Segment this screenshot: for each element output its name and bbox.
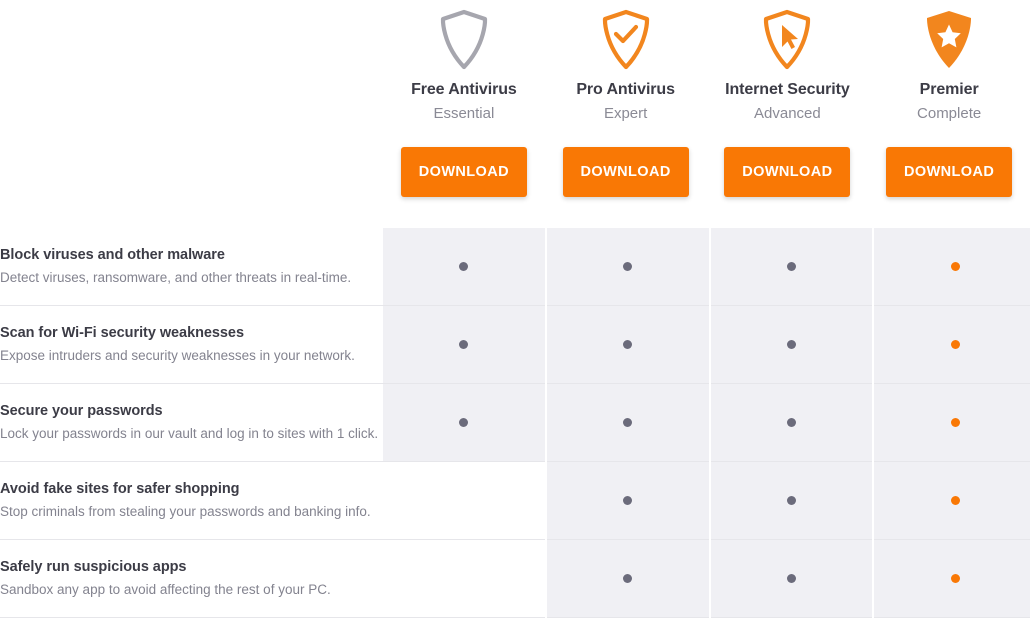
availability-dot-accent-icon [950, 261, 960, 271]
feature-title: Safely run suspicious apps [0, 558, 187, 575]
table-row: Scan for Wi-Fi security weaknesses Expose… [0, 305, 1030, 384]
shield-star-icon [927, 11, 972, 68]
feature-title: Scan for Wi-Fi security weaknesses [0, 324, 244, 341]
table-row: Avoid fake sites for safer shopping Stop … [0, 461, 1030, 540]
feature-description-cell: Avoid fake sites for safer shopping Stop … [0, 461, 383, 540]
table-row: Secure your passwords Lock your passwords… [0, 383, 1030, 462]
feature-availability-cell [708, 539, 874, 618]
shield-check-icon [602, 9, 649, 70]
availability-dot-icon [786, 339, 796, 349]
download-button-free-antivirus[interactable]: DOWNLOAD [400, 147, 527, 197]
feature-description: Expose intruders and security weaknesses… [0, 347, 355, 363]
feature-availability-cell [544, 305, 710, 384]
plan-tier: Expert [603, 105, 648, 122]
feature-availability-cell [544, 228, 710, 306]
table-row: Safely run suspicious apps Sandbox any ap… [0, 539, 1030, 618]
availability-dot-icon [459, 417, 469, 427]
feature-availability-cell [383, 461, 546, 540]
feature-availability-cell [872, 383, 1030, 462]
feature-availability-cell [872, 228, 1030, 306]
shield-outline-icon [440, 9, 487, 70]
plan-comparison-page: Free Antivirus Essential DOWNLOAD Pro An… [0, 0, 1030, 618]
availability-dot-icon [623, 573, 633, 583]
feature-description: Lock your passwords in our vault and log… [0, 425, 379, 441]
availability-dot-icon [623, 261, 633, 271]
availability-dot-accent-icon [950, 573, 960, 583]
feature-description-cell: Safely run suspicious apps Sandbox any ap… [0, 539, 383, 618]
feature-description: Sandbox any app to avoid affecting the r… [0, 581, 331, 597]
availability-dot-icon [623, 339, 633, 349]
feature-availability-cell [708, 461, 874, 540]
feature-description: Stop criminals from stealing your passwo… [0, 503, 371, 519]
plans-header: Free Antivirus Essential DOWNLOAD Pro An… [383, 0, 1030, 228]
feature-description-cell: Secure your passwords Lock your passwords… [0, 383, 383, 462]
feature-description-cell: Scan for Wi-Fi security weaknesses Expose… [0, 305, 383, 384]
plan-column-premier: Premier Complete DOWNLOAD [868, 0, 1030, 228]
plan-column-free-antivirus: Free Antivirus Essential DOWNLOAD [383, 0, 545, 228]
download-button-internet-security[interactable]: DOWNLOAD [724, 147, 851, 197]
feature-availability-cell [872, 305, 1030, 384]
feature-availability-cell [383, 305, 546, 384]
shield-cursor-icon [764, 9, 811, 70]
availability-dot-icon [459, 339, 469, 349]
feature-availability-cell [383, 539, 546, 618]
feature-description: Detect viruses, ransomware, and other th… [0, 269, 352, 285]
feature-comparison-table: Block viruses and other malware Detect vi… [0, 228, 1030, 618]
availability-dot-accent-icon [950, 495, 960, 505]
feature-availability-cell [708, 228, 874, 306]
plan-tier: Complete [917, 105, 982, 122]
plan-name: Internet Security [725, 81, 850, 98]
plan-column-pro-antivirus: Pro Antivirus Expert DOWNLOAD [545, 0, 707, 228]
feature-availability-cell [544, 461, 710, 540]
feature-availability-cell [544, 539, 710, 618]
plan-name: Free Antivirus [411, 81, 517, 98]
availability-dot-icon [786, 573, 796, 583]
plan-tier: Essential [433, 105, 495, 122]
feature-title: Block viruses and other malware [0, 246, 225, 263]
table-row: Block viruses and other malware Detect vi… [0, 228, 1030, 306]
plan-tier: Advanced [754, 105, 821, 122]
availability-dot-icon [786, 495, 796, 505]
feature-availability-cell [708, 305, 874, 384]
availability-dot-icon [786, 261, 796, 271]
availability-dot-accent-icon [950, 417, 960, 427]
availability-dot-icon [623, 495, 633, 505]
feature-availability-cell [872, 539, 1030, 618]
feature-availability-cell [544, 383, 710, 462]
feature-availability-cell [383, 383, 546, 462]
availability-dot-icon [623, 417, 633, 427]
availability-dot-accent-icon [950, 339, 960, 349]
availability-dot-icon [459, 261, 469, 271]
plan-column-internet-security: Internet Security Advanced DOWNLOAD [707, 0, 869, 228]
feature-title: Avoid fake sites for safer shopping [0, 480, 240, 497]
feature-rows: Block viruses and other malware Detect vi… [0, 228, 1030, 618]
availability-dot-icon [786, 417, 796, 427]
plan-name: Pro Antivirus [576, 81, 675, 98]
plan-name: Premier [919, 81, 979, 98]
download-button-premier[interactable]: DOWNLOAD [886, 147, 1013, 197]
download-button-pro-antivirus[interactable]: DOWNLOAD [562, 147, 689, 197]
feature-title: Secure your passwords [0, 402, 163, 419]
feature-availability-cell [708, 383, 874, 462]
feature-availability-cell [383, 228, 546, 306]
feature-availability-cell [872, 461, 1030, 540]
feature-description-cell: Block viruses and other malware Detect vi… [0, 228, 383, 306]
